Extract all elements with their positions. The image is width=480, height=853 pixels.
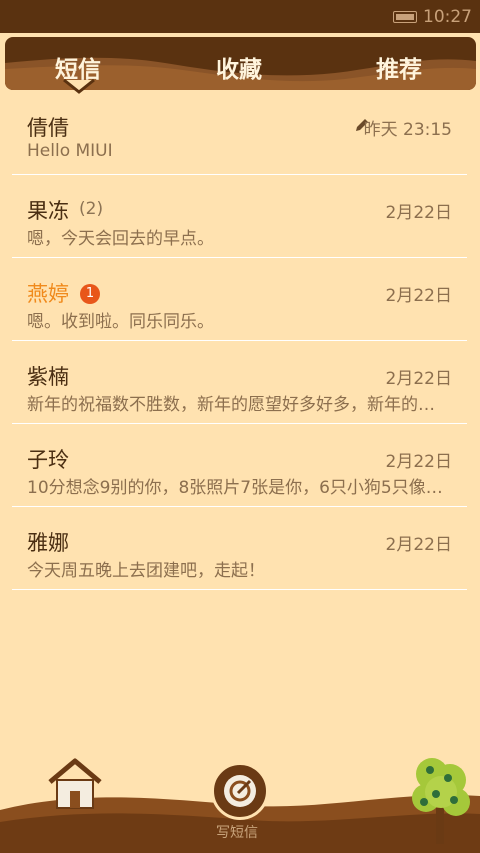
compose-button[interactable] xyxy=(211,762,269,820)
compose-icon xyxy=(224,775,256,807)
message-date: 2月22日 xyxy=(385,286,452,306)
status-bar: 10:27 xyxy=(0,0,480,33)
message-date: 2月22日 xyxy=(385,452,452,472)
message-date: 昨天 23:15 xyxy=(363,120,452,140)
message-preview: 嗯。收到啦。同乐同乐。 xyxy=(27,312,214,332)
list-item[interactable]: 紫楠 2月22日 新年的祝福数不胜数，新年的愿望好多好多，新年的… xyxy=(12,341,467,424)
list-item[interactable]: 子玲 2月22日 10分想念9别的你，8张照片7张是你，6只小狗5只像… xyxy=(12,424,467,507)
message-preview: 嗯，今天会回去的早点。 xyxy=(27,229,214,249)
battery-icon xyxy=(393,10,417,23)
contact-name: 子玲 xyxy=(27,448,69,472)
list-item[interactable]: 倩倩 昨天 23:15 Hello MIUI xyxy=(12,92,467,175)
tab-favorites[interactable]: 收藏 xyxy=(216,50,262,84)
list-item[interactable]: 果冻 (2) 2月22日 嗯，今天会回去的早点。 xyxy=(12,175,467,258)
contact-name: 雅娜 xyxy=(27,531,69,555)
message-preview: 今天周五晚上去团建吧，走起！ xyxy=(27,561,265,581)
unread-badge: 1 xyxy=(80,284,100,304)
tree-icon xyxy=(412,758,470,844)
contact-name: 倩倩 xyxy=(27,116,69,140)
contact-name: 燕婷 xyxy=(27,282,69,306)
list-item[interactable]: 燕婷 1 2月22日 嗯。收到啦。同乐同乐。 xyxy=(12,258,467,341)
contact-name: 紫楠 xyxy=(27,365,69,389)
message-preview: Hello MIUI xyxy=(27,141,113,161)
message-preview: 新年的祝福数不胜数，新年的愿望好多好多，新年的… xyxy=(27,395,435,415)
message-date: 2月22日 xyxy=(385,535,452,555)
message-date: 2月22日 xyxy=(385,369,452,389)
message-preview: 10分想念9别的你，8张照片7张是你，6只小狗5只像… xyxy=(27,478,443,498)
message-count: (2) xyxy=(79,199,104,219)
status-time: 10:27 xyxy=(423,6,472,27)
contact-name: 果冻 xyxy=(27,199,69,223)
list-item[interactable]: 雅娜 2月22日 今天周五晚上去团建吧，走起！ xyxy=(12,507,467,590)
home-icon[interactable] xyxy=(46,758,104,810)
message-date: 2月22日 xyxy=(385,203,452,223)
compose-label: 写短信 xyxy=(216,825,258,841)
conversation-list: 倩倩 昨天 23:15 Hello MIUI 果冻 (2) 2月22日 嗯，今天… xyxy=(12,92,467,590)
tab-recommend[interactable]: 推荐 xyxy=(376,50,422,84)
